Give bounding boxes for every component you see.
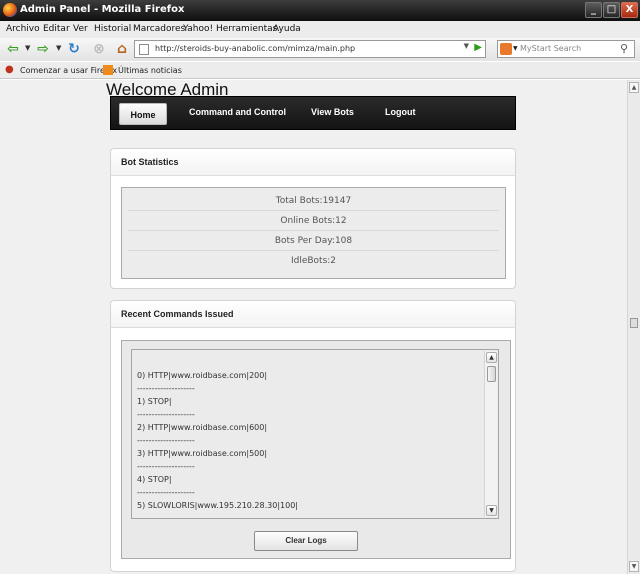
menu-bar: Archivo Editar Ver Historial Marcadores … xyxy=(0,21,640,38)
menu-yahoo[interactable]: Yahoo! xyxy=(183,24,213,34)
menu-herramientas[interactable]: Herramientas xyxy=(216,24,277,34)
back-icon[interactable]: ⇦ xyxy=(5,41,21,57)
menu-archivo[interactable]: Archivo xyxy=(6,24,40,34)
forward-history-chevron-icon[interactable]: ▼ xyxy=(56,44,61,52)
panel-header: Recent Commands Issued xyxy=(111,301,515,328)
window-titlebar: Admin Panel - Mozilla Firefox _ □ X xyxy=(0,0,640,21)
search-engine-chevron-icon[interactable]: ▼ xyxy=(513,45,518,52)
stop-icon[interactable]: ⊗ xyxy=(91,41,107,57)
minimize-button[interactable]: _ xyxy=(585,2,602,18)
stat-total-bots: Total Bots:19147 xyxy=(128,191,499,211)
search-input[interactable]: MyStart Search xyxy=(520,44,581,53)
stat-bots-per-day: Bots Per Day:108 xyxy=(128,231,499,251)
menu-historial[interactable]: Historial xyxy=(94,24,131,34)
stats-list: Total Bots:19147 Online Bots:12 Bots Per… xyxy=(121,187,506,279)
back-history-chevron-icon[interactable]: ▼ xyxy=(25,44,30,52)
log-line: 4) STOP| xyxy=(137,475,172,484)
main-navigation: Home Command and Control View Bots Logou… xyxy=(110,96,516,130)
log-separator: -------------------- xyxy=(137,462,195,471)
url-text[interactable]: http://steroids-buy-anabolic.com/mimza/m… xyxy=(155,44,355,53)
log-line: 5) SLOWLORIS|www.195.210.28.30|100| xyxy=(137,501,298,510)
window-title: Admin Panel - Mozilla Firefox xyxy=(20,4,185,15)
search-engine-icon[interactable] xyxy=(500,43,512,55)
menu-ver[interactable]: Ver xyxy=(73,24,88,34)
page-scroll-thumb[interactable] xyxy=(630,318,638,328)
scroll-down-arrow-icon[interactable]: ▼ xyxy=(486,505,497,516)
log-separator: -------------------- xyxy=(137,514,195,519)
bookmarks-toolbar: ● Comenzar a usar Firefox Últimas notici… xyxy=(0,62,640,79)
address-bar[interactable]: http://steroids-buy-anabolic.com/mimza/m… xyxy=(134,40,486,58)
bookmark-latest-news[interactable]: Últimas noticias xyxy=(118,66,182,75)
page-scrollbar[interactable]: ▲ ▼ xyxy=(627,80,640,574)
page-viewport: Welcome Admin Home Command and Control V… xyxy=(0,80,627,574)
panel-header: Bot Statistics xyxy=(111,149,515,176)
home-icon[interactable]: ⌂ xyxy=(114,41,130,57)
scroll-thumb[interactable] xyxy=(487,366,496,382)
clear-logs-button[interactable]: Clear Logs xyxy=(254,531,358,551)
navigation-toolbar: ⇦ ▼ ⇨ ▼ ↻ ⊗ ⌂ http://steroids-buy-anabol… xyxy=(0,38,640,61)
page-scroll-down-arrow-icon[interactable]: ▼ xyxy=(629,561,639,572)
log-scrollbar[interactable]: ▲ ▼ xyxy=(484,351,497,517)
commands-container: 0) HTTP|www.roidbase.com|200| ----------… xyxy=(121,340,511,559)
close-button[interactable]: X xyxy=(621,2,638,18)
nav-logout[interactable]: Logout xyxy=(385,107,416,117)
search-icon[interactable]: ⚲ xyxy=(617,42,631,56)
firefox-icon xyxy=(3,3,17,17)
maximize-button[interactable]: □ xyxy=(603,2,620,18)
bot-statistics-panel: Bot Statistics Total Bots:19147 Online B… xyxy=(110,148,516,289)
url-dropdown-icon[interactable]: ▼ xyxy=(464,42,469,50)
nav-view-bots[interactable]: View Bots xyxy=(311,107,354,117)
stat-online-bots: Online Bots:12 xyxy=(128,211,499,231)
go-arrow-icon[interactable]: ▶ xyxy=(474,42,482,53)
commands-log-textarea[interactable]: 0) HTTP|www.roidbase.com|200| ----------… xyxy=(131,349,499,519)
log-separator: -------------------- xyxy=(137,436,195,445)
log-separator: -------------------- xyxy=(137,384,195,393)
rss-icon xyxy=(103,65,113,75)
stat-idle-bots: IdleBots:2 xyxy=(290,256,337,266)
log-separator: -------------------- xyxy=(137,488,195,497)
menu-marcadores[interactable]: Marcadores xyxy=(133,24,185,34)
log-line: 1) STOP| xyxy=(137,397,172,406)
reload-icon[interactable]: ↻ xyxy=(66,41,82,57)
recent-commands-title: Recent Commands Issued xyxy=(121,309,234,319)
log-line: 2) HTTP|www.roidbase.com|600| xyxy=(137,423,268,432)
page-icon xyxy=(139,44,149,55)
nav-command-and-control[interactable]: Command and Control xyxy=(189,107,286,117)
bot-statistics-title: Bot Statistics xyxy=(121,157,179,167)
log-separator: -------------------- xyxy=(137,410,195,419)
recent-commands-panel: Recent Commands Issued 0) HTTP|www.roidb… xyxy=(110,300,516,572)
log-line: 0) HTTP|www.roidbase.com|200| xyxy=(137,371,268,380)
log-line: 3) HTTP|www.roidbase.com|500| xyxy=(137,449,268,458)
nav-home[interactable]: Home xyxy=(119,103,167,125)
scroll-up-arrow-icon[interactable]: ▲ xyxy=(486,352,497,363)
search-box[interactable]: ▼ MyStart Search ⚲ xyxy=(497,40,635,58)
menu-ayuda[interactable]: Ayuda xyxy=(273,24,301,34)
getting-started-icon: ● xyxy=(5,64,14,75)
menu-editar[interactable]: Editar xyxy=(43,24,70,34)
forward-icon[interactable]: ⇨ xyxy=(35,41,51,57)
page-scroll-up-arrow-icon[interactable]: ▲ xyxy=(629,82,639,93)
